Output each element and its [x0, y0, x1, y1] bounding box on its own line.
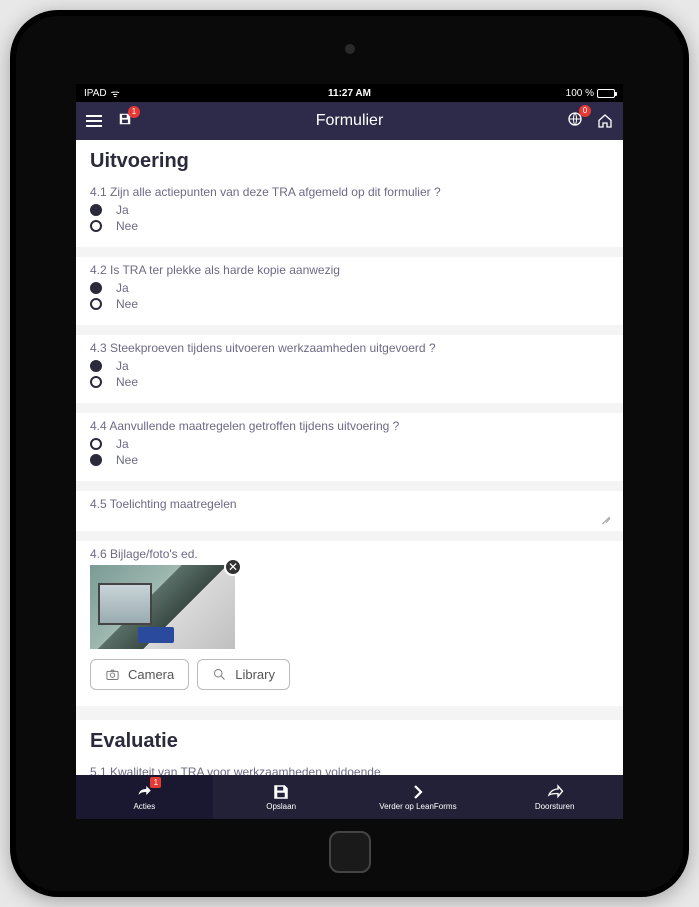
tablet-frame: IPAD ᯤ 11:27 AM 100 % 1 — [10, 10, 689, 897]
radio-icon — [90, 454, 102, 466]
close-icon: ✕ — [228, 560, 238, 574]
question-4-2: 4.2 Is TRA ter plekke als harde kopie aa… — [76, 257, 623, 335]
camera-icon — [105, 667, 120, 682]
clock: 11:27 AM — [261, 88, 438, 99]
radio-ja[interactable]: Ja — [90, 437, 609, 451]
menu-button[interactable] — [86, 115, 102, 127]
bottom-toolbar: 1 Acties Opslaan Verder op LeanForms Doo… — [76, 775, 623, 819]
question-text: 4.4 Aanvullende maatregelen getroffen ti… — [90, 419, 609, 433]
app-screen: IPAD ᯤ 11:27 AM 100 % 1 — [76, 84, 623, 819]
question-5-1: 5.1 Kwaliteit van TRA voor werkzaamheden… — [76, 759, 623, 775]
front-camera — [345, 44, 355, 54]
question-text: 5.1 Kwaliteit van TRA voor werkzaamheden… — [90, 765, 609, 775]
header-save-button[interactable]: 1 — [118, 112, 132, 131]
bijlage-label: 4.6 Bijlage/foto's ed. — [90, 547, 609, 561]
radio-ja[interactable]: Ja — [90, 359, 609, 373]
photo-preview — [90, 565, 235, 649]
status-bar: IPAD ᯤ 11:27 AM 100 % — [76, 84, 623, 102]
home-button[interactable] — [329, 831, 371, 873]
home-icon[interactable] — [597, 113, 613, 129]
radio-icon — [90, 376, 102, 388]
page-title: Formulier — [76, 112, 623, 130]
verder-button[interactable]: Verder op LeanForms — [350, 775, 487, 819]
doorsturen-button[interactable]: Doorsturen — [486, 775, 623, 819]
save-badge: 1 — [128, 106, 140, 118]
forward-icon — [545, 783, 565, 801]
toelichting-field[interactable]: 4.5 Toelichting maatregelen — [76, 491, 623, 541]
question-text: 4.2 Is TRA ter plekke als harde kopie aa… — [90, 263, 609, 277]
search-icon — [212, 667, 227, 682]
save-icon — [271, 783, 291, 801]
question-4-3: 4.3 Steekproeven tijdens uitvoeren werkz… — [76, 335, 623, 413]
battery-icon — [597, 89, 615, 98]
acties-badge: 1 — [150, 777, 161, 788]
question-text: 4.3 Steekproeven tijdens uitvoeren werkz… — [90, 341, 609, 355]
radio-nee[interactable]: Nee — [90, 453, 609, 467]
radio-icon — [90, 282, 102, 294]
globe-button[interactable]: 0 — [567, 111, 583, 132]
remove-attachment-button[interactable]: ✕ — [224, 558, 242, 576]
section-title: Evaluatie — [76, 720, 623, 759]
radio-nee[interactable]: Nee — [90, 297, 609, 311]
toelichting-label: 4.5 Toelichting maatregelen — [90, 497, 609, 511]
resize-handle-icon[interactable] — [599, 513, 609, 523]
question-4-1: 4.1 Zijn alle actiepunten van deze TRA a… — [76, 179, 623, 257]
chevron-right-icon — [408, 783, 428, 801]
radio-icon — [90, 438, 102, 450]
radio-nee[interactable]: Nee — [90, 375, 609, 389]
camera-button[interactable]: Camera — [90, 659, 189, 690]
radio-ja[interactable]: Ja — [90, 281, 609, 295]
radio-icon — [90, 220, 102, 232]
attachment-thumbnail[interactable]: ✕ — [90, 565, 235, 649]
radio-ja[interactable]: Ja — [90, 203, 609, 217]
form-content[interactable]: Uitvoering 4.1 Zijn alle actiepunten van… — [76, 140, 623, 775]
radio-icon — [90, 204, 102, 216]
radio-icon — [90, 298, 102, 310]
tablet-bezel: IPAD ᯤ 11:27 AM 100 % 1 — [16, 16, 683, 891]
carrier-label: IPAD — [84, 88, 107, 99]
radio-nee[interactable]: Nee — [90, 219, 609, 233]
opslaan-button[interactable]: Opslaan — [213, 775, 350, 819]
library-button[interactable]: Library — [197, 659, 290, 690]
app-header: 1 Formulier 0 — [76, 102, 623, 140]
section-evaluatie: Evaluatie 5.1 Kwaliteit van TRA voor wer… — [76, 720, 623, 775]
acties-button[interactable]: 1 Acties — [76, 775, 213, 819]
battery-percent: 100 % — [566, 88, 594, 99]
globe-badge: 0 — [579, 105, 591, 117]
question-4-4: 4.4 Aanvullende maatregelen getroffen ti… — [76, 413, 623, 491]
radio-icon — [90, 360, 102, 372]
section-uitvoering: Uitvoering 4.1 Zijn alle actiepunten van… — [76, 140, 623, 720]
section-title: Uitvoering — [76, 140, 623, 179]
wifi-icon: ᯤ — [111, 86, 120, 100]
question-text: 4.1 Zijn alle actiepunten van deze TRA a… — [90, 185, 609, 199]
bijlage-block: 4.6 Bijlage/foto's ed. ✕ Camera — [76, 541, 623, 720]
